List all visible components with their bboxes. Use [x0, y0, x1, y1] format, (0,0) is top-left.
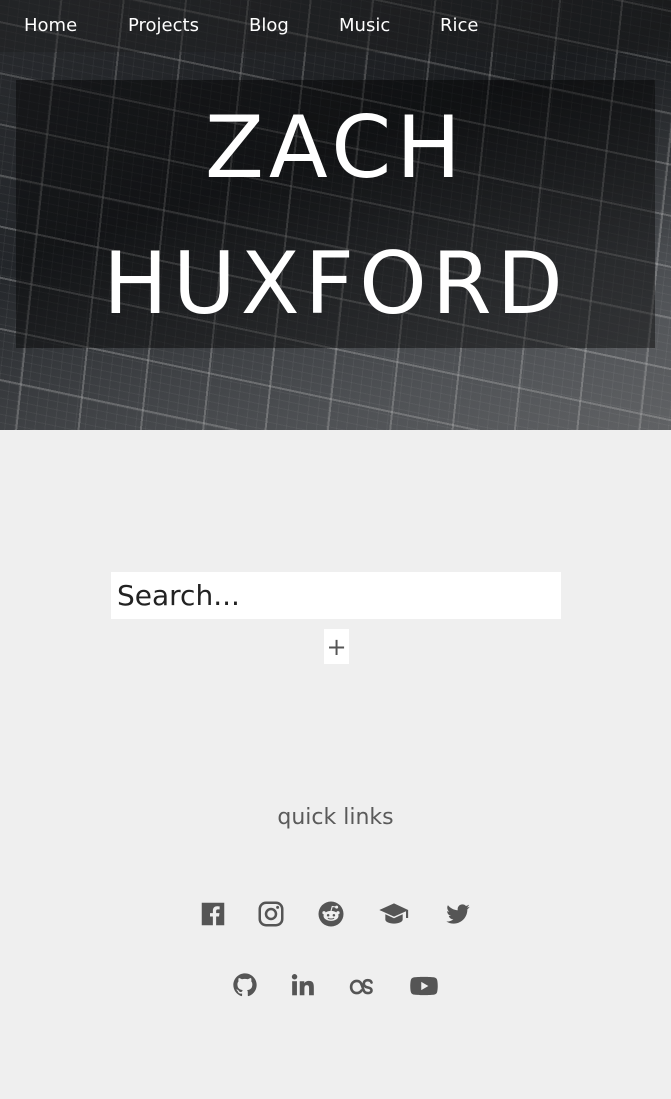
- top-nav: Home Projects Blog Music Rice: [0, 0, 671, 52]
- youtube-icon[interactable]: [409, 971, 439, 1001]
- twitter-icon[interactable]: [444, 900, 472, 928]
- add-button[interactable]: +: [324, 629, 349, 664]
- site-title-box: ZACH HUXFORD: [16, 80, 655, 348]
- github-icon[interactable]: [231, 971, 259, 999]
- hero-banner: Home Projects Blog Music Rice ZACH HUXFO…: [0, 0, 671, 430]
- nav-item-home[interactable]: Home: [24, 14, 77, 38]
- nav-item-blog[interactable]: Blog: [249, 14, 289, 38]
- graduation-cap-icon[interactable]: [378, 898, 410, 930]
- site-title-last-name: HUXFORD: [103, 234, 568, 334]
- nav-item-projects[interactable]: Projects: [128, 14, 199, 38]
- nav-item-rice[interactable]: Rice: [440, 14, 478, 38]
- facebook-icon[interactable]: [198, 899, 228, 929]
- lastfm-icon[interactable]: [348, 972, 378, 1000]
- linkedin-icon[interactable]: [290, 972, 316, 998]
- reddit-icon[interactable]: [316, 899, 346, 929]
- site-title-first-name: ZACH: [205, 98, 466, 198]
- quick-links-heading: quick links: [277, 805, 394, 830]
- instagram-icon[interactable]: [256, 899, 286, 929]
- search-input[interactable]: [111, 572, 561, 619]
- nav-item-music[interactable]: Music: [339, 14, 390, 38]
